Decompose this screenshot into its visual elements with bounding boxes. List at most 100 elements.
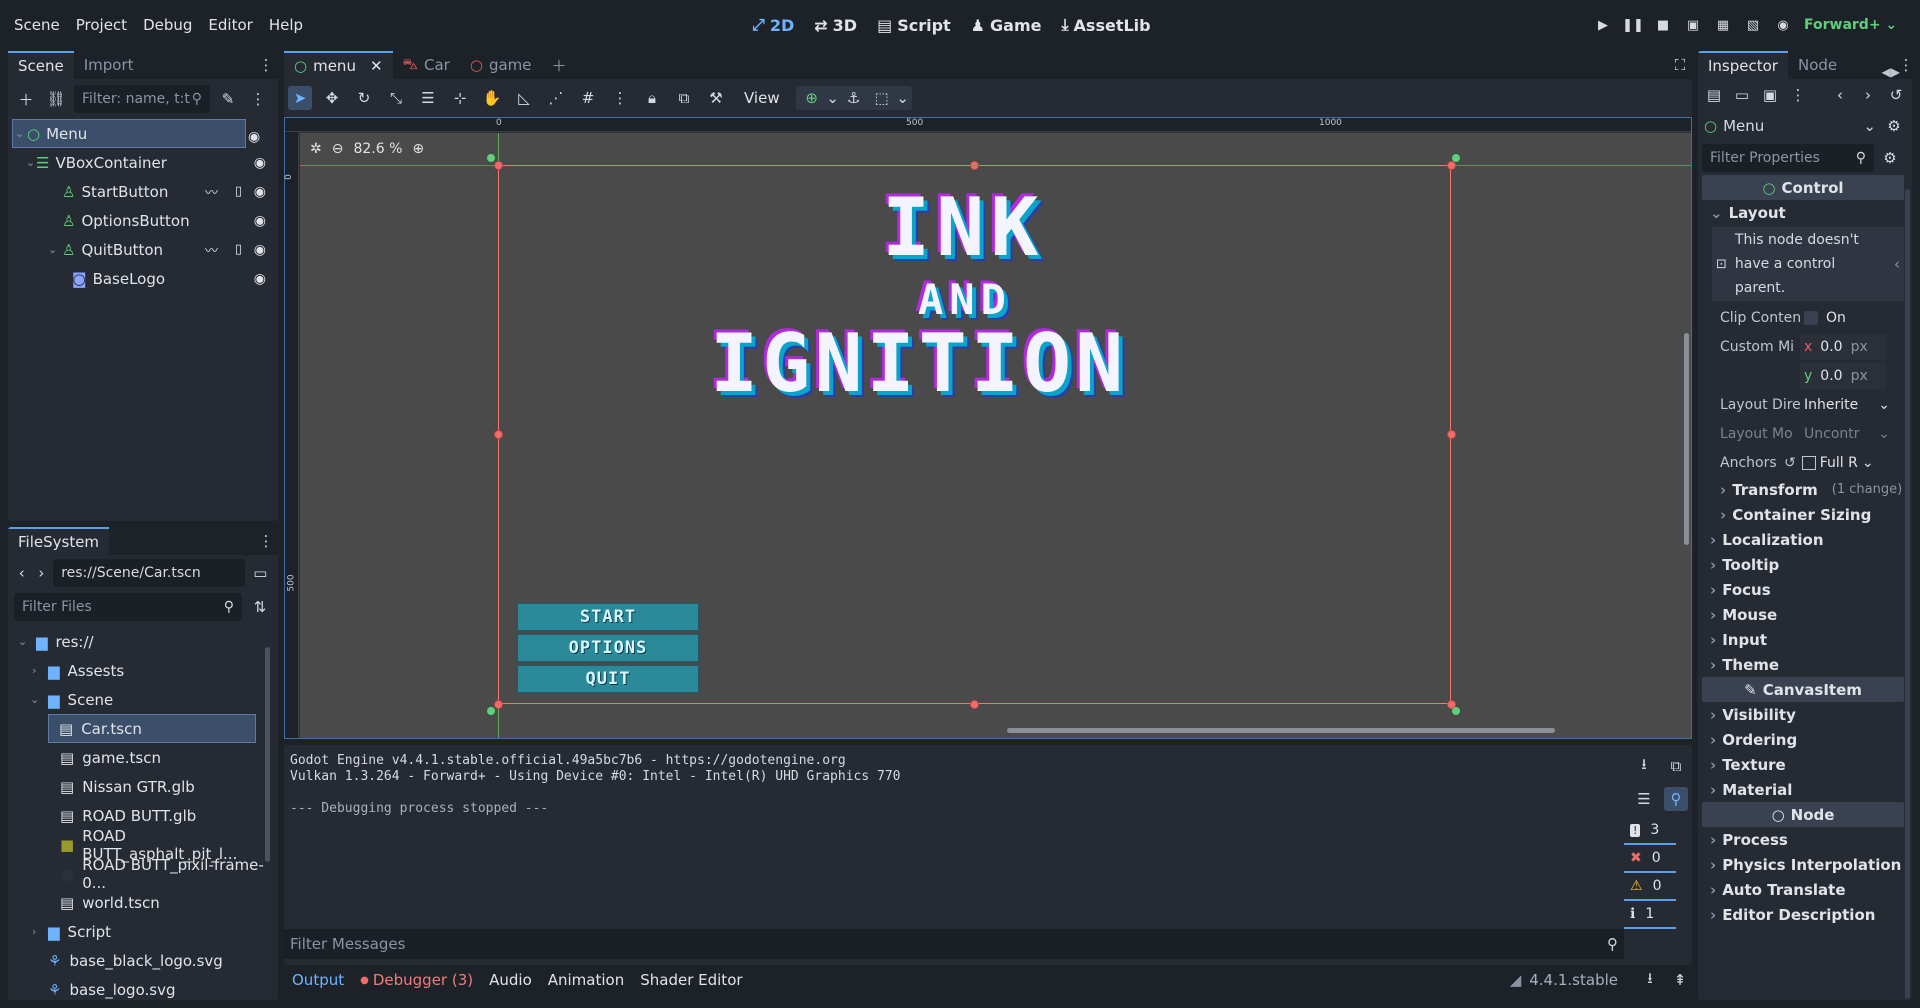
dock-menu-icon[interactable]: ⋮ [254, 527, 278, 555]
resize-handle[interactable] [1447, 430, 1456, 439]
expand-panel-icon[interactable]: ⇞ [1668, 968, 1692, 992]
tab-node[interactable]: Node [1788, 51, 1847, 79]
workspace-2d-button[interactable]: ⤢ 2D [742, 0, 804, 50]
resize-handle[interactable] [970, 161, 979, 170]
split-view-icon[interactable]: ▭ [249, 561, 272, 585]
anchors-select[interactable]: Full R ⌄ [1801, 455, 1888, 471]
center-view-icon[interactable]: ✲ [310, 141, 322, 157]
zoom-level[interactable]: 82.6 % [353, 141, 402, 157]
scene-menu-icon[interactable]: ⋮ [246, 87, 270, 111]
property-filter-input[interactable]: Filter Properties ⚲ [1702, 144, 1874, 172]
revert-icon[interactable]: ↺ [1784, 455, 1796, 471]
file-item-assests[interactable]: › ▆ Assests [12, 656, 274, 685]
zoom-in-icon[interactable]: ⊕ [412, 141, 424, 157]
vertical-scrollbar[interactable] [1684, 333, 1689, 545]
node-section-header[interactable]: ○ Node [1702, 802, 1904, 827]
auto-translate-category[interactable]: › Auto Translate [1702, 877, 1904, 902]
error-count-button[interactable]: ✖ 0 [1624, 845, 1676, 873]
add-node-icon[interactable]: ＋ [14, 87, 38, 111]
pan-mode-icon[interactable]: ✋ [480, 86, 504, 110]
material-category[interactable]: › Material [1702, 777, 1904, 802]
collapse-icon[interactable]: ☰ [1632, 787, 1656, 811]
play-custom-icon[interactable]: ▧ [1738, 10, 1768, 40]
forward-icon[interactable]: › [34, 561, 50, 585]
tree-node-optionsbutton[interactable]: ♙ OptionsButton ◉ [12, 206, 274, 235]
horizontal-scrollbar[interactable] [1007, 728, 1555, 733]
stop-icon[interactable]: ■ [1648, 10, 1678, 40]
link-icon[interactable]: ⛓ [44, 87, 68, 111]
tree-node-startbutton[interactable]: ♙ StartButton 〰 ▯ ◉ [12, 177, 274, 206]
warning-count-button[interactable]: ⚠ 0 [1624, 873, 1676, 901]
custom-min-y-field[interactable]: y 0.0 px [1800, 362, 1886, 389]
script-attached-icon[interactable]: ▯ [235, 242, 242, 257]
menu-debug[interactable]: Debug [135, 0, 200, 50]
focus-category[interactable]: › Focus [1702, 577, 1904, 602]
dock-menu-icon[interactable]: ⋮ [254, 51, 278, 79]
tab-scene[interactable]: Scene [8, 51, 74, 79]
ordering-category[interactable]: › Ordering [1702, 727, 1904, 752]
history-forward-icon[interactable]: › [1856, 83, 1880, 107]
file-item-nissan-gtr[interactable]: ▤ Nissan GTR.glb [12, 772, 274, 801]
game-options-button[interactable]: OPTIONS [517, 634, 699, 662]
open-resource-icon[interactable]: ▭ [1730, 83, 1754, 107]
file-item-car-tscn[interactable]: ▤ Car.tscn [48, 714, 256, 743]
filter-options-icon[interactable]: ⚙ [1878, 146, 1902, 170]
movie-maker-icon[interactable]: ◉ [1768, 10, 1798, 40]
tooltip-category[interactable]: › Tooltip [1702, 552, 1904, 577]
new-resource-icon[interactable]: ▤ [1702, 83, 1726, 107]
layout-direction-select[interactable]: Inherite ⌄ [1804, 397, 1890, 413]
close-icon[interactable]: ✕ [370, 57, 383, 75]
workspace-game-button[interactable]: ♟ Game [961, 0, 1052, 50]
file-item-game-tscn[interactable]: ▤ game.tscn [12, 743, 274, 772]
list-select-icon[interactable]: ☰ [416, 86, 440, 110]
dock-menu-icon[interactable]: ⋮ [1899, 51, 1913, 79]
lock-icon[interactable]: 🔒︎ [640, 86, 664, 110]
view-menu[interactable]: View [736, 89, 788, 107]
texture-category[interactable]: › Texture [1702, 752, 1904, 777]
distraction-free-icon[interactable]: ⛶ [1668, 53, 1692, 77]
inspector-scrollbar[interactable] [1905, 189, 1910, 999]
editor-description-category[interactable]: › Editor Description [1702, 902, 1904, 927]
tab-audio[interactable]: Audio [481, 971, 540, 989]
search-toggle-icon[interactable]: ⚲ [1664, 787, 1688, 811]
object-properties-icon[interactable]: ⚙ [1882, 114, 1906, 138]
visibility-eye-icon[interactable]: ◉ [254, 242, 266, 258]
file-item-root[interactable]: ⌄ ▆ res:// [12, 627, 274, 656]
file-filter-input[interactable]: Filter Files ⚲ [14, 593, 242, 621]
resize-handle[interactable] [494, 700, 503, 709]
path-input[interactable]: res://Scene/Car.tscn [53, 559, 245, 587]
vertical-ruler[interactable]: 0 500 [284, 132, 299, 738]
chevron-left-icon[interactable]: ‹ [1894, 255, 1900, 273]
message-count-button[interactable]: ! 3 [1624, 817, 1676, 845]
chevron-left-icon[interactable]: ◀▶ [1882, 65, 1900, 79]
input-category[interactable]: › Input [1702, 627, 1904, 652]
history-back-icon[interactable]: ‹ [1828, 83, 1852, 107]
file-item-base-black-logo[interactable]: ⚘ base_black_logo.svg [12, 946, 274, 975]
localization-category[interactable]: › Localization [1702, 527, 1904, 552]
tab-car-scene[interactable]: ⛍ Car [393, 51, 460, 79]
select-mode-icon[interactable]: ➤ [288, 86, 312, 110]
tab-shader-editor[interactable]: Shader Editor [632, 971, 750, 989]
file-item-world-tscn[interactable]: ▤ world.tscn [12, 888, 274, 917]
viewport-2d[interactable]: 0 500 1000 0 500 ✲ ⊖ 82.6 % ⊕ INK AND IG… [284, 117, 1692, 739]
workspace-3d-button[interactable]: ⇄ 3D [804, 0, 867, 50]
visibility-category[interactable]: › Visibility [1702, 702, 1904, 727]
menu-scene[interactable]: Scene [6, 0, 68, 50]
anchor-handle[interactable] [1452, 154, 1460, 162]
physics-interpolation-category[interactable]: › Physics Interpolation [1702, 852, 1904, 877]
menu-editor[interactable]: Editor [200, 0, 260, 50]
tree-node-menu[interactable]: ⌄ ○ Menu [12, 119, 246, 148]
resize-handle[interactable] [970, 700, 979, 709]
container-sizing-icon[interactable]: ⬚ [870, 86, 894, 110]
tab-filesystem[interactable]: FileSystem [8, 527, 110, 555]
resize-handle[interactable] [494, 430, 503, 439]
play-icon[interactable]: ▶ [1588, 10, 1618, 40]
zoom-out-icon[interactable]: ⊖ [332, 141, 344, 157]
filter-messages-input[interactable]: Filter Messages ⚲ [284, 929, 1624, 959]
mouse-category[interactable]: › Mouse [1702, 602, 1904, 627]
copy-icon[interactable]: ⧉ [1664, 754, 1688, 778]
transform-category[interactable]: › Transform (1 change) [1702, 477, 1904, 502]
visibility-eye-icon[interactable]: ◉ [254, 271, 266, 287]
chevron-down-icon[interactable]: ⌄ [896, 86, 909, 110]
canvasitem-section-header[interactable]: ✎ CanvasItem [1702, 677, 1904, 702]
